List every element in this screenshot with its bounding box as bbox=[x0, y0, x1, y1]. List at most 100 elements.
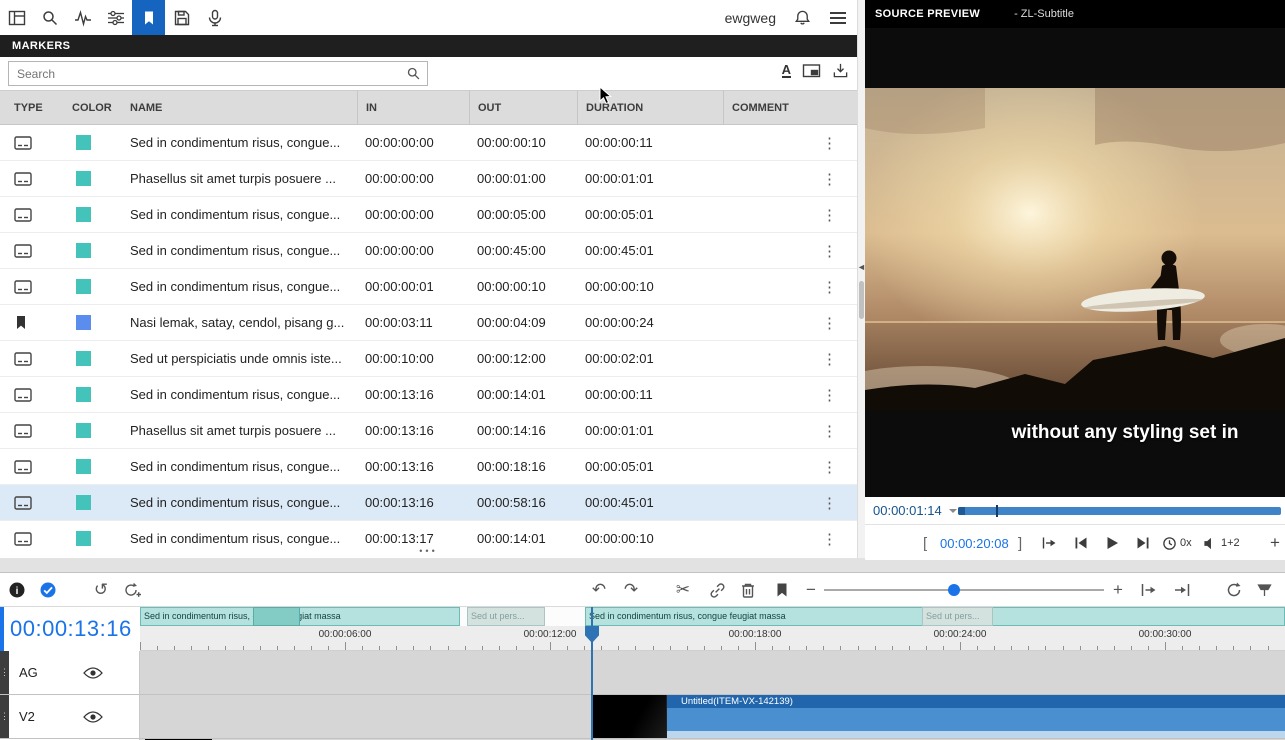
subtitle-clip[interactable]: Sed ut pers... bbox=[922, 607, 993, 626]
cut-button[interactable]: ✂ bbox=[670, 578, 696, 602]
subtitle-clip[interactable]: Sed ut pers... bbox=[467, 607, 545, 626]
table-row[interactable]: Sed in condimentum risus, congue...00:00… bbox=[0, 233, 857, 269]
row-menu-button[interactable]: ⋮ bbox=[822, 350, 837, 368]
export-button[interactable] bbox=[832, 62, 849, 79]
column-duration[interactable]: DURATION bbox=[577, 91, 723, 124]
panel-resize-handle[interactable]: ••• bbox=[0, 547, 857, 558]
track-body-v2[interactable]: Untitled(ITEM-VX-142139) bbox=[140, 695, 1285, 739]
color-swatch[interactable] bbox=[76, 243, 91, 258]
info-button[interactable]: i bbox=[4, 578, 30, 602]
color-swatch[interactable] bbox=[76, 279, 91, 294]
table-row[interactable]: Sed in condimentum risus, congue...00:00… bbox=[0, 269, 857, 305]
color-swatch[interactable] bbox=[76, 351, 91, 366]
column-out[interactable]: OUT bbox=[469, 91, 577, 124]
timecode-dropdown-icon[interactable] bbox=[949, 509, 957, 517]
row-menu-button[interactable]: ⋮ bbox=[822, 278, 837, 296]
column-in[interactable]: IN bbox=[357, 91, 469, 124]
scrollbar-thumb[interactable] bbox=[859, 281, 864, 319]
column-type[interactable]: TYPE bbox=[0, 91, 66, 124]
playback-speed-button[interactable]: 0x bbox=[1162, 525, 1192, 561]
sliders-button[interactable] bbox=[99, 0, 132, 35]
table-row[interactable]: Sed ut perspiciatis unde omnis iste...00… bbox=[0, 341, 857, 377]
row-menu-button[interactable]: ⋮ bbox=[822, 170, 837, 188]
timeline-current-timecode[interactable]: 00:00:13:16 bbox=[10, 616, 132, 642]
color-swatch[interactable] bbox=[76, 459, 91, 474]
insert-edit-button[interactable] bbox=[1136, 578, 1162, 602]
search-input[interactable] bbox=[9, 67, 406, 81]
track-visibility-toggle-v2[interactable] bbox=[83, 710, 103, 724]
delete-button[interactable] bbox=[735, 578, 761, 602]
zoom-in-button[interactable]: + bbox=[1105, 578, 1131, 602]
video-clip[interactable]: Untitled(ITEM-VX-142139) bbox=[592, 695, 1285, 738]
subtitle-clip[interactable] bbox=[253, 607, 300, 626]
save-button[interactable] bbox=[165, 0, 198, 35]
marked-timecode[interactable]: 00:00:20:08 bbox=[940, 525, 1009, 561]
microphone-button[interactable] bbox=[198, 0, 231, 35]
render-button[interactable] bbox=[1221, 578, 1247, 602]
add-marker-button[interactable] bbox=[769, 578, 795, 602]
color-swatch[interactable] bbox=[76, 207, 91, 222]
table-row[interactable]: Phasellus sit amet turpis posuere ...00:… bbox=[0, 413, 857, 449]
column-name[interactable]: NAME bbox=[124, 91, 357, 124]
link-button[interactable] bbox=[704, 578, 730, 602]
preview-scrubber[interactable] bbox=[958, 507, 1281, 515]
timeline-ruler[interactable]: 00:00:06:0000:00:12:0000:00:18:0000:00:2… bbox=[140, 626, 1285, 651]
table-row[interactable]: Sed in condimentum risus, congue...00:00… bbox=[0, 377, 857, 413]
row-menu-button[interactable]: ⋮ bbox=[822, 458, 837, 476]
row-menu-button[interactable]: ⋮ bbox=[822, 422, 837, 440]
add-button[interactable]: + bbox=[1270, 525, 1280, 561]
zoom-slider[interactable] bbox=[824, 589, 1104, 591]
row-menu-button[interactable]: ⋮ bbox=[822, 134, 837, 152]
color-swatch[interactable] bbox=[76, 387, 91, 402]
razor-all-button[interactable] bbox=[1251, 578, 1277, 602]
row-menu-button[interactable]: ⋮ bbox=[822, 314, 837, 332]
row-menu-button[interactable]: ⋮ bbox=[822, 494, 837, 512]
next-frame-button[interactable] bbox=[1135, 525, 1151, 561]
row-menu-button[interactable]: ⋮ bbox=[822, 386, 837, 404]
table-row[interactable]: Sed in condimentum risus, congue...00:00… bbox=[0, 125, 857, 161]
table-row[interactable]: Sed in condimentum risus, congue...00:00… bbox=[0, 197, 857, 233]
video-viewport[interactable]: without any styling set in bbox=[865, 28, 1285, 497]
track-visibility-toggle-ag[interactable] bbox=[83, 666, 103, 680]
previous-frame-button[interactable] bbox=[1073, 525, 1089, 561]
color-swatch[interactable] bbox=[76, 135, 91, 150]
zoom-out-button[interactable]: − bbox=[798, 578, 824, 602]
pip-button[interactable] bbox=[802, 63, 821, 79]
text-format-button[interactable]: A bbox=[782, 63, 791, 78]
signal-button[interactable] bbox=[66, 0, 99, 35]
search-button[interactable] bbox=[33, 0, 66, 35]
column-comment[interactable]: COMMENT bbox=[723, 91, 857, 124]
menu-button[interactable] bbox=[829, 11, 847, 25]
history-button[interactable]: ↺ bbox=[88, 578, 114, 602]
track-body-ag[interactable] bbox=[140, 651, 1285, 695]
row-menu-button[interactable]: ⋮ bbox=[822, 242, 837, 260]
table-row[interactable]: Sed in condimentum risus, congue...00:00… bbox=[0, 485, 857, 521]
color-swatch[interactable] bbox=[76, 495, 91, 510]
zoom-slider-handle[interactable] bbox=[948, 584, 960, 596]
track-drag-handle[interactable]: ⋮ bbox=[0, 695, 9, 738]
undo-button[interactable]: ↶ bbox=[586, 578, 612, 602]
preview-current-timecode[interactable]: 00:00:01:14 bbox=[873, 503, 942, 518]
notifications-button[interactable] bbox=[794, 9, 811, 27]
redo-button[interactable]: ↷ bbox=[618, 578, 644, 602]
audio-channels-button[interactable]: 1+2 bbox=[1203, 525, 1240, 561]
track-drag-handle[interactable]: ⋮ bbox=[0, 651, 9, 694]
color-swatch[interactable] bbox=[76, 315, 91, 330]
column-color[interactable]: COLOR bbox=[66, 91, 124, 124]
play-button[interactable] bbox=[1104, 525, 1120, 561]
snapshot-button[interactable] bbox=[119, 578, 145, 602]
table-row[interactable]: Phasellus sit amet turpis posuere ...00:… bbox=[0, 161, 857, 197]
table-row[interactable]: Nasi lemak, satay, cendol, pisang g...00… bbox=[0, 305, 857, 341]
row-menu-button[interactable]: ⋮ bbox=[822, 206, 837, 224]
color-swatch[interactable] bbox=[76, 531, 91, 546]
approve-button[interactable] bbox=[35, 578, 61, 602]
color-swatch[interactable] bbox=[76, 171, 91, 186]
markers-button[interactable] bbox=[132, 0, 165, 35]
table-row[interactable]: Sed in condimentum risus, congue...00:00… bbox=[0, 449, 857, 485]
seek-button[interactable] bbox=[1041, 525, 1058, 561]
row-menu-button[interactable]: ⋮ bbox=[822, 530, 837, 548]
overwrite-edit-button[interactable] bbox=[1169, 578, 1195, 602]
subtitle-clip[interactable]: Sed in condimentum risus, congue feugiat… bbox=[140, 607, 460, 626]
panel-layout-button[interactable] bbox=[0, 0, 33, 35]
color-swatch[interactable] bbox=[76, 423, 91, 438]
